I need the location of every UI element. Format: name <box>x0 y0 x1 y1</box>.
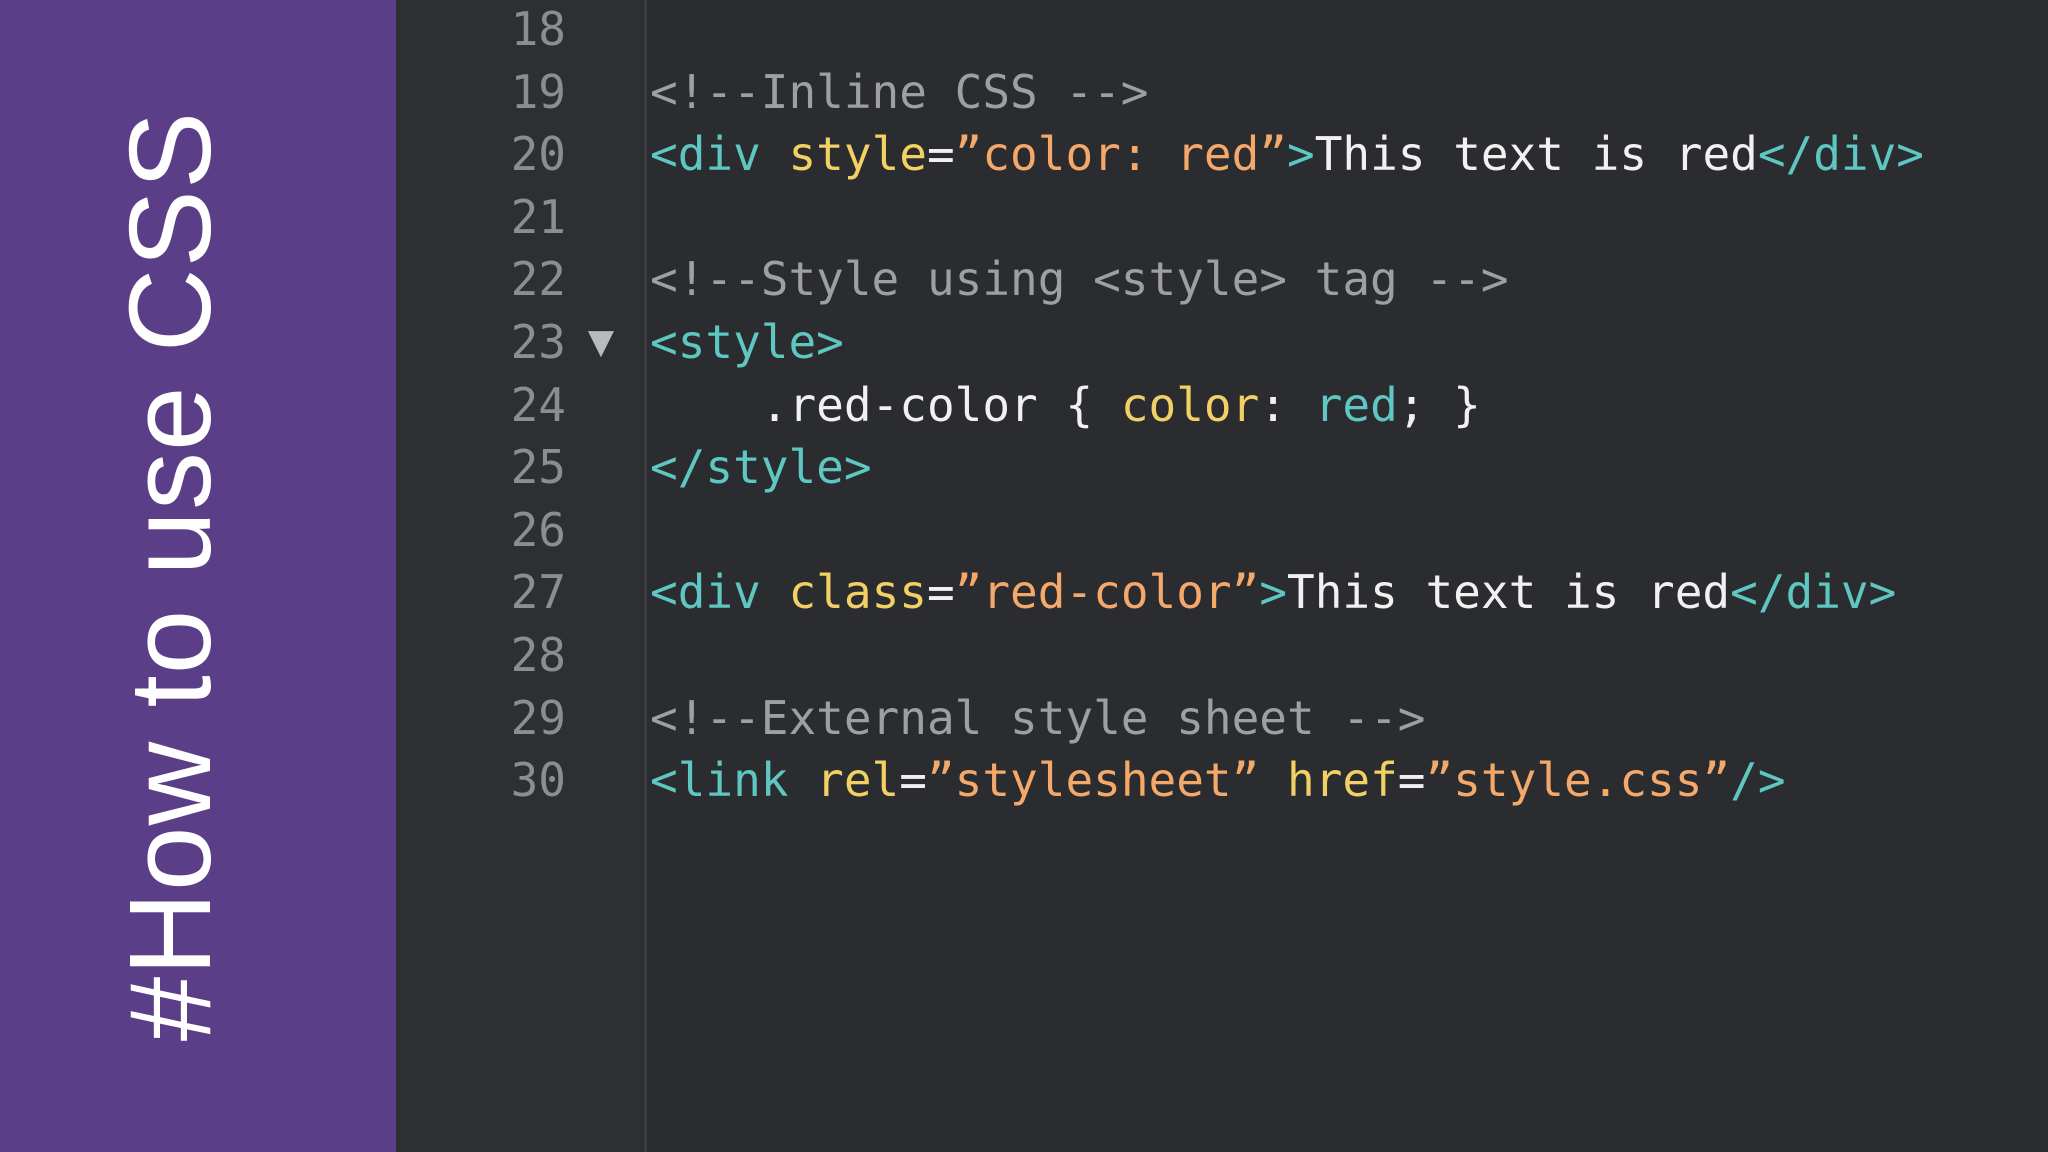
code-line[interactable]: 22 <!--Style using <style> tag --> <box>396 248 2048 311</box>
code-line[interactable]: 26 <box>396 499 2048 562</box>
code-token-str: ”style.css” <box>1425 753 1731 808</box>
code-line[interactable]: 21 <box>396 186 2048 249</box>
line-number: 29 <box>510 690 566 745</box>
code-token-punc: { <box>1065 377 1121 432</box>
code-line[interactable]: 20 <div style=”color: red”>This text is r… <box>396 123 2048 186</box>
code-token-punc: = <box>926 127 955 182</box>
line-number: 19 <box>510 64 566 119</box>
code-token-tag: <style> <box>650 315 844 369</box>
code-text[interactable]: <!--Style using <style> tag --> <box>650 248 1509 311</box>
code-token-punc: = <box>899 753 927 808</box>
code-token-punc: ; } <box>1397 377 1481 432</box>
code-token-comment: <!--Inline CSS --> <box>650 64 1149 119</box>
code-line[interactable]: 25 </style> <box>396 436 2048 499</box>
line-number: 25 <box>510 440 566 495</box>
code-token-attr: href <box>1287 753 1398 808</box>
code-line[interactable]: 18 <box>396 0 2048 61</box>
line-number: 30 <box>510 753 566 808</box>
code-text[interactable]: <link rel=”stylesheet” href=”style.css”/… <box>650 749 1786 812</box>
code-token-str: ”color: red” <box>954 127 1288 182</box>
code-line[interactable]: 29 <!--External style sheet --> <box>396 687 2048 750</box>
video-frame: #How to use CSS 18 19 <!--Inline CSS --> 20… <box>0 0 2048 1152</box>
line-number: 21 <box>510 189 566 244</box>
sidebar-title: #How to use CSS <box>105 110 235 1042</box>
code-line[interactable]: 27 <div class=”red-color”>This text is re… <box>396 561 2048 624</box>
line-number: 20 <box>510 127 566 182</box>
code-token-tag: <link <box>650 753 817 808</box>
code-token-attr: style <box>788 127 927 182</box>
code-token-punc <box>1259 753 1287 807</box>
code-token-comment: <!--External style sheet --> <box>650 690 1426 745</box>
code-token-tag: > <box>1287 127 1315 182</box>
code-line[interactable]: 30 <link rel=”stylesheet” href=”style.css… <box>396 749 2048 812</box>
code-token-prop: color <box>1120 377 1260 432</box>
code-token-sel: .red-color <box>650 377 1066 432</box>
code-token-text: This text is red <box>1314 127 1758 182</box>
line-number: 24 <box>510 377 566 432</box>
code-token-text: This text is red <box>1287 565 1731 620</box>
code-text[interactable]: <div style=”color: red”>This text is red… <box>650 123 1924 186</box>
code-token-tag: > <box>1259 565 1288 620</box>
line-number: 22 <box>510 252 566 307</box>
line-number: 23 <box>510 315 566 369</box>
code-text[interactable]: <!--Inline CSS --> <box>650 61 1149 124</box>
code-line[interactable]: 28 <box>396 624 2048 687</box>
code-editor[interactable]: 18 19 <!--Inline CSS --> 20 <div style=”colo… <box>396 0 2048 1152</box>
code-token-comment: <!--Style using <style> tag --> <box>650 252 1509 307</box>
code-token-val: red <box>1314 377 1398 432</box>
code-token-punc: : <box>1259 377 1315 432</box>
code-area[interactable]: 18 19 <!--Inline CSS --> 20 <div style=”colo… <box>396 0 2048 1152</box>
code-token-tag: </style> <box>650 440 872 495</box>
code-line[interactable]: 24 .red-color { color: red; } <box>396 374 2048 437</box>
line-number: 18 <box>510 2 566 56</box>
code-token-punc: = <box>926 565 955 620</box>
code-token-str: ”red-color” <box>954 565 1260 620</box>
code-text[interactable]: <div class=”red-color”>This text is red<… <box>650 561 1896 624</box>
code-text[interactable]: .red-color { color: red; } <box>650 374 1481 437</box>
line-number: 26 <box>510 502 566 557</box>
code-text[interactable]: <style> <box>650 311 844 374</box>
code-token-tag: </div> <box>1757 127 1924 182</box>
code-token-tag: </div> <box>1730 565 1897 620</box>
line-number: 27 <box>510 565 566 620</box>
code-text[interactable]: <!--External style sheet --> <box>650 687 1425 750</box>
title-sidebar: #How to use CSS <box>0 0 396 1152</box>
code-token-tag: /> <box>1730 753 1786 808</box>
code-token-str: ”stylesheet” <box>926 753 1260 808</box>
code-line[interactable]: 19 <!--Inline CSS --> <box>396 61 2048 124</box>
code-line[interactable]: 23 ▼ <style> <box>396 311 2048 374</box>
triangle-down-icon[interactable]: ▼ <box>586 311 616 374</box>
code-token-punc: = <box>1397 753 1426 808</box>
code-token-tag: <div <box>650 565 789 620</box>
code-token-tag: <div <box>650 127 789 182</box>
code-token-attr: rel <box>816 753 900 808</box>
code-text[interactable]: </style> <box>650 436 872 499</box>
code-token-attr: class <box>788 565 927 620</box>
line-number: 28 <box>510 628 566 682</box>
